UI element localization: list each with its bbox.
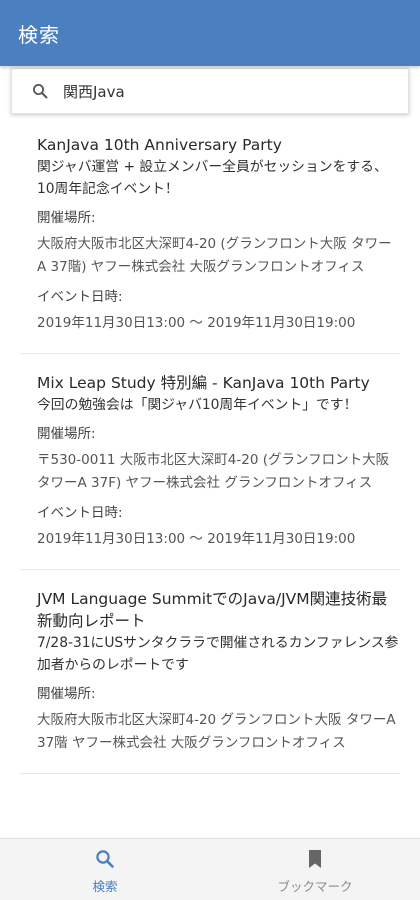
- result-description: 今回の勉強会は「関ジャバ10周年イベント」です！: [37, 397, 358, 413]
- venue-label: 開催場所:: [37, 210, 96, 226]
- venue-value: 大阪府大阪市北区大深町4-20 (グランフロント大阪 タワーA 37階) ヤフー…: [37, 236, 392, 275]
- venue-label: 開催場所:: [37, 686, 96, 702]
- bottom-navigation: 検索 ブックマーク: [0, 838, 420, 900]
- date-value: 2019年11月30日13:00 ～ 2019年11月30日19:00: [37, 531, 356, 547]
- app-bar: 検索: [0, 0, 420, 66]
- venue-label: 開催場所:: [37, 426, 96, 442]
- search-icon: [94, 848, 116, 870]
- result-item[interactable]: KanJava 10th Anniversary Party 関ジャバ運営 + …: [20, 124, 400, 354]
- search-icon: [31, 82, 49, 100]
- date-value: 2019年11月30日13:00 ～ 2019年11月30日19:00: [37, 315, 356, 331]
- result-description: 7/28-31にUSサンタクララで開催されるカンファレンス参加者からのレポートで…: [37, 635, 399, 673]
- venue-value: 〒530-0011 大阪市北区大深町4-20 (グランフロント大阪タワーA 37…: [37, 452, 390, 491]
- tab-bookmark-label: ブックマーク: [277, 879, 353, 894]
- date-label: イベント日時:: [37, 505, 123, 521]
- search-bar: [11, 68, 409, 114]
- result-item[interactable]: Mix Leap Study 特別編 - KanJava 10th Party …: [20, 362, 400, 570]
- bookmark-icon: [304, 848, 326, 870]
- results-list: KanJava 10th Anniversary Party 関ジャバ運営 + …: [20, 124, 400, 838]
- venue-value: 大阪府大阪市北区大深町4-20 グランフロント大阪 タワーA 37階 ヤフー株式…: [37, 712, 396, 751]
- date-label: イベント日時:: [37, 289, 123, 305]
- result-title[interactable]: JVM Language SummitでのJava/JVM関連技術最新動向レポー…: [37, 588, 400, 632]
- result-title[interactable]: KanJava 10th Anniversary Party: [37, 134, 400, 156]
- page-title: 検索: [18, 22, 60, 47]
- result-item[interactable]: JVM Language SummitでのJava/JVM関連技術最新動向レポー…: [20, 578, 400, 774]
- tab-search[interactable]: 検索: [0, 839, 210, 900]
- search-input[interactable]: [63, 82, 383, 100]
- tab-bookmark[interactable]: ブックマーク: [210, 839, 420, 900]
- tab-search-label: 検索: [92, 879, 118, 894]
- result-title[interactable]: Mix Leap Study 特別編 - KanJava 10th Party: [37, 372, 400, 394]
- result-description: 関ジャバ運営 + 設立メンバー全員がセッションをする、10周年記念イベント！: [37, 159, 388, 197]
